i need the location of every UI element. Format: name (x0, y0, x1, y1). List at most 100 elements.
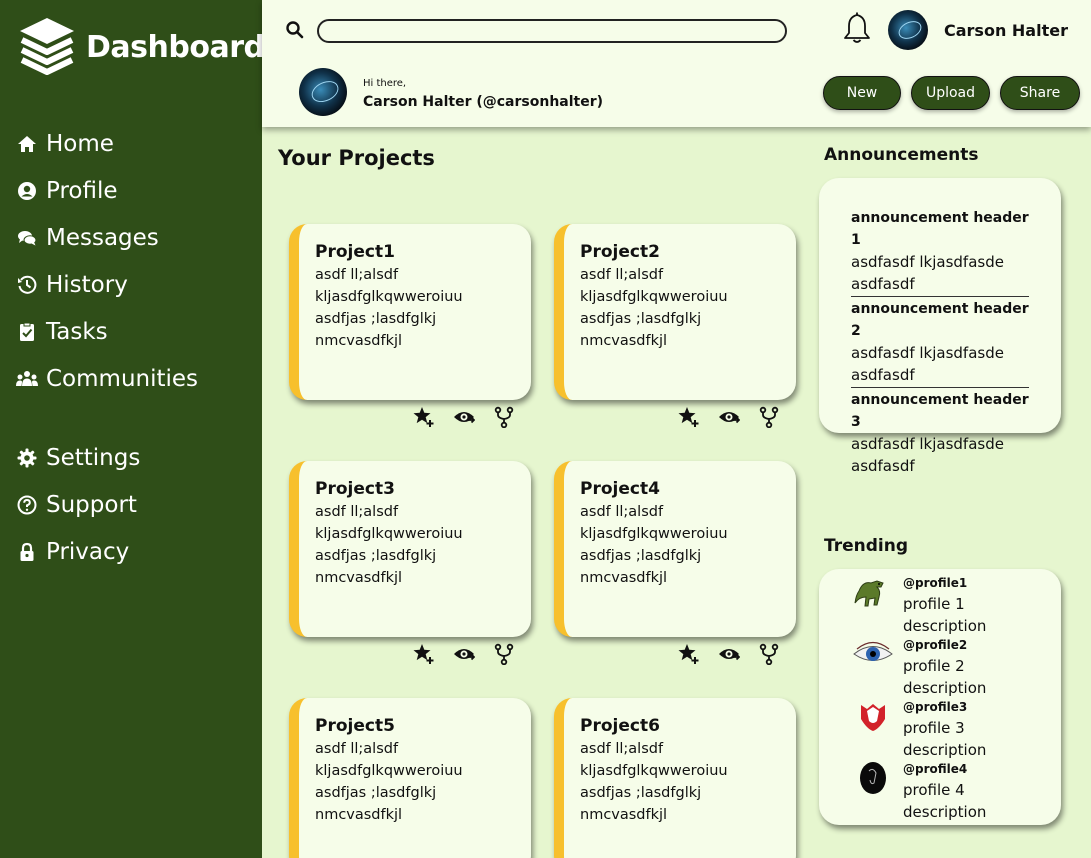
sidebar-item-label: Home (46, 130, 114, 157)
sidebar-item-label: Settings (46, 444, 141, 471)
project-description-line: kljasdfglkqwweroiuu (580, 289, 728, 305)
help-icon (16, 494, 38, 516)
gear-icon (16, 447, 38, 469)
trending-card: @profile1 profile 1 description @profile… (819, 569, 1061, 825)
watch-icon[interactable] (453, 406, 476, 428)
sidebar-item-history[interactable]: History (16, 261, 198, 308)
bell-icon[interactable] (842, 12, 872, 44)
sidebar-item-label: History (46, 271, 128, 298)
messages-icon (16, 227, 38, 249)
greeting-avatar (299, 68, 347, 116)
project-actions (678, 643, 798, 666)
project-description-line: asdfjas ;lasdfglkj (315, 785, 437, 801)
sidebar-item-messages[interactable]: Messages (16, 214, 198, 261)
trending-item[interactable]: @profile2 profile 2 description (819, 633, 1061, 697)
search-icon[interactable] (285, 20, 305, 40)
star-add-icon[interactable] (413, 406, 435, 428)
watch-icon[interactable] (718, 643, 741, 665)
fork-icon[interactable] (758, 643, 780, 666)
project-description-line: nmcvasdfkjl (315, 333, 403, 349)
flag-image (861, 704, 885, 731)
announcements-card: announcement header 1 asdfasdf lkjasdfas… (819, 178, 1061, 475)
home-icon (16, 133, 38, 155)
announcement-header: announcement header 1 (851, 210, 1029, 248)
lock-icon (16, 541, 38, 563)
project-actions (413, 406, 533, 429)
announcement-header: announcement header 2 (851, 301, 1029, 339)
trending-item[interactable]: @profile3 profile 3 description (819, 695, 1061, 759)
project-description-line: asdfjas ;lasdfglkj (580, 548, 702, 564)
trending-handle: @profile2 (903, 638, 968, 652)
trending-item[interactable]: @profile1 profile 1 description (819, 571, 1061, 635)
sidebar-item-communities[interactable]: Communities (16, 355, 198, 402)
sidebar-item-label: Profile (46, 177, 118, 204)
dinosaur-image (854, 580, 884, 607)
sidebar-item-home[interactable]: Home (16, 120, 198, 167)
project-description-line: asdf ll;alsdf (315, 504, 399, 520)
project-description-line: kljasdfglkqwweroiuu (315, 289, 463, 305)
announcement-text: asdfasdf lkjasdfasde asdfasdf (851, 253, 1004, 293)
project-description-line: asdfjas ;lasdfglkj (580, 311, 702, 327)
brand-title: Dashboard (86, 29, 265, 65)
sidebar-item-label: Communities (46, 365, 199, 392)
announcement-header: announcement header 3 (851, 392, 1029, 430)
project-card[interactable]: Project4 asdf ll;alsdf kljasdfglkqwweroiuu… (554, 461, 796, 637)
top-header: Carson Halter Hi there, Carson Halter (@… (262, 0, 1091, 127)
fork-icon[interactable] (493, 643, 515, 666)
project-description-line: nmcvasdfkjl (315, 570, 403, 586)
project-title: Project5 (315, 716, 395, 736)
greeting-label: Hi there, (363, 78, 407, 89)
announcement-item[interactable]: announcement header 2 asdfasdf lkjasdfas… (851, 298, 1029, 388)
star-add-icon[interactable] (413, 643, 435, 665)
project-actions (678, 406, 798, 429)
sidebar-item-privacy[interactable]: Privacy (16, 528, 198, 575)
watch-icon[interactable] (453, 643, 476, 665)
project-card[interactable]: Project1 asdf ll;alsdf kljasdfglkqwweroiuu… (289, 224, 531, 400)
project-description-line: nmcvasdfkjl (580, 807, 668, 823)
announcement-item[interactable]: announcement header 1 asdfasdf lkjasdfas… (851, 207, 1029, 297)
fork-icon[interactable] (493, 406, 515, 429)
project-description-line: asdfjas ;lasdfglkj (315, 548, 437, 564)
sidebar-item-label: Tasks (46, 318, 108, 345)
project-description-line: nmcvasdfkjl (315, 807, 403, 823)
project-description-line: asdf ll;alsdf (315, 741, 399, 757)
announcements-title: Announcements (824, 145, 979, 165)
new-button[interactable]: New (823, 76, 901, 110)
sidebar-item-tasks[interactable]: Tasks (16, 308, 198, 355)
brand[interactable]: Dashboard (18, 16, 265, 78)
project-card[interactable]: Project5 asdf ll;alsdf kljasdfglkqwweroiuu… (289, 698, 531, 858)
project-title: Project4 (580, 479, 660, 499)
project-title: Project3 (315, 479, 395, 499)
share-button[interactable]: Share (1000, 76, 1080, 110)
trending-handle: @profile4 (903, 762, 968, 776)
project-title: Project2 (580, 242, 660, 262)
user-name[interactable]: Carson Halter (944, 21, 1068, 40)
projects-title: Your Projects (278, 146, 435, 170)
star-add-icon[interactable] (678, 643, 700, 665)
layers-logo-icon (20, 18, 74, 75)
trending-description: profile 4 description (903, 781, 987, 821)
project-card[interactable]: Project6 asdf ll;alsdf kljasdfglkqwweroiuu… (554, 698, 796, 858)
greeting-user: Carson Halter (@carsonhalter) (363, 94, 604, 110)
watch-icon[interactable] (718, 406, 741, 428)
project-card[interactable]: Project3 asdf ll;alsdf kljasdfglkqwweroiuu… (289, 461, 531, 637)
sidebar-item-support[interactable]: Support (16, 481, 198, 528)
history-icon (16, 274, 38, 296)
sidebar: Dashboard Home Profile Messages History (0, 0, 265, 858)
sidebar-nav: Home Profile Messages History Tasks Comm… (16, 120, 198, 575)
announcement-item[interactable]: announcement header 3 asdfasdf lkjasdfas… (851, 389, 1029, 478)
fork-icon[interactable] (758, 406, 780, 429)
project-description-line: asdf ll;alsdf (580, 267, 664, 283)
project-card[interactable]: Project2 asdf ll;alsdf kljasdfglkqwweroiuu… (554, 224, 796, 400)
upload-button[interactable]: Upload (911, 76, 990, 110)
trending-item[interactable]: @profile4 profile 4 description (819, 757, 1061, 821)
project-description-line: asdf ll;alsdf (580, 504, 664, 520)
avatar[interactable] (888, 10, 928, 50)
star-add-icon[interactable] (678, 406, 700, 428)
project-actions (413, 643, 533, 666)
search-input[interactable] (317, 19, 787, 43)
sidebar-item-settings[interactable]: Settings (16, 434, 198, 481)
project-description-line: kljasdfglkqwweroiuu (580, 763, 728, 779)
sidebar-item-profile[interactable]: Profile (16, 167, 198, 214)
dark-figure-image (860, 762, 886, 794)
